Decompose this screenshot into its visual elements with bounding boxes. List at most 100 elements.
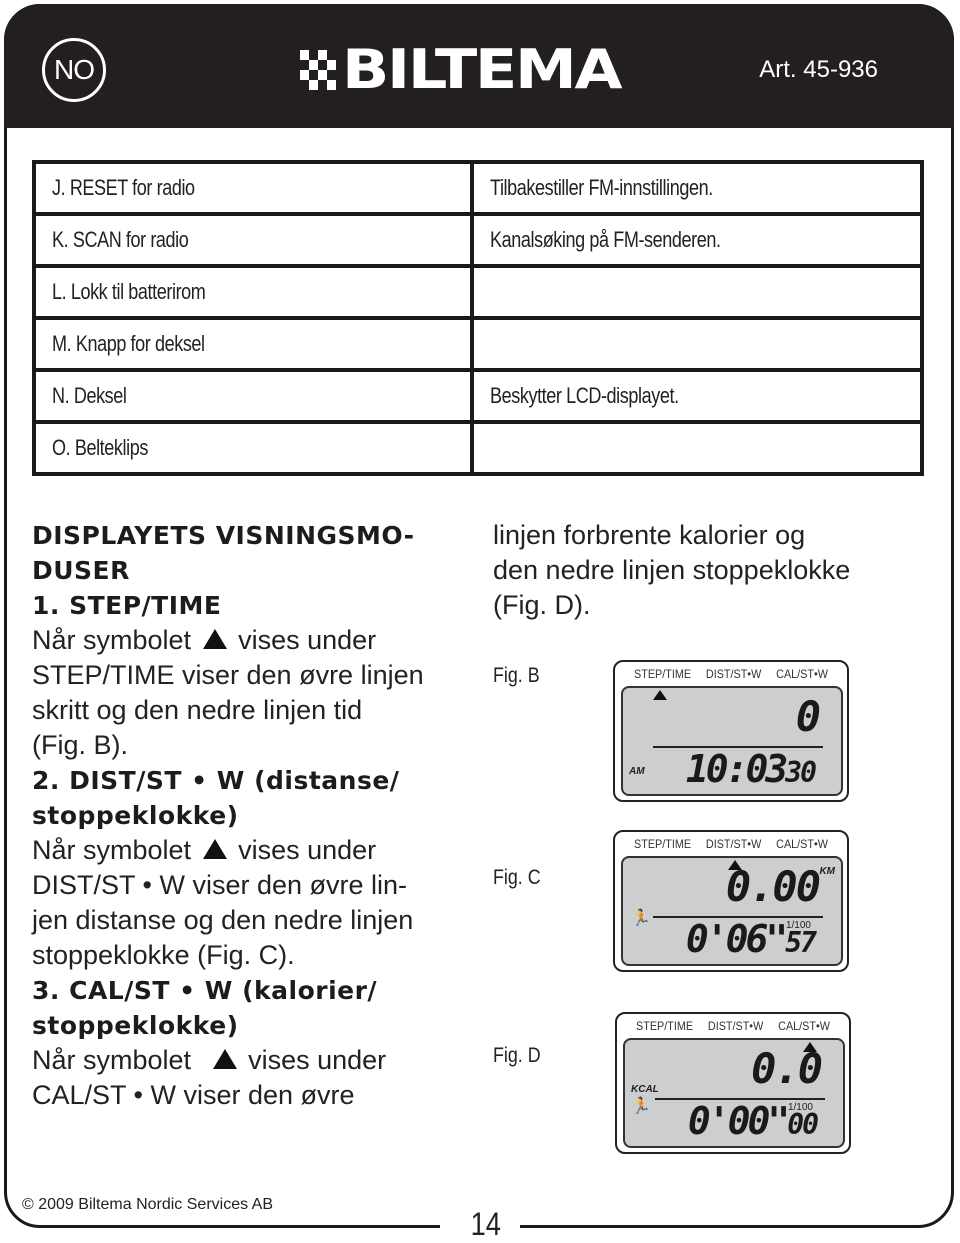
language-badge: NO: [42, 38, 106, 102]
description-cell: [470, 420, 924, 476]
mode-text-1: Når symbolet vises under: [32, 623, 482, 658]
part-cell: M. Knapp for deksel: [32, 316, 474, 372]
mode-label: CAL/ST•W: [778, 1019, 830, 1033]
mode-text-line: DIST/ST • W viser den øvre lin-: [32, 870, 408, 900]
mode-heading-3: 3. CAL/ST • W (kalorier/: [32, 976, 378, 1005]
lcd-lower-value: 0'06"57: [685, 917, 817, 961]
mode-label: STEP/TIME: [634, 837, 692, 851]
lcd-kcal-tag: KCAL: [631, 1084, 659, 1095]
lcd-figure-d: STEP/TIME DIST/ST•W CAL/ST•W 0.0 KCAL 🏃 …: [615, 1012, 851, 1154]
header-bar: NO BILTEMA Art. 45-936: [4, 4, 954, 128]
mode-label: DIST/ST•W: [707, 1019, 764, 1033]
lcd-unit-tag: KM: [819, 866, 835, 877]
text: vises under: [238, 625, 377, 655]
part-description: Kanalsøking på FM-senderen.: [490, 227, 721, 252]
lcd-upper-value: 0.0: [751, 1044, 823, 1093]
lcd-lower-value: 10:0330: [685, 747, 817, 791]
text: Når symbolet: [32, 1045, 192, 1075]
mode-text-line: STEP/TIME viser den øvre linjen: [32, 660, 424, 690]
lcd-figure-c: STEP/TIME DIST/ST•W CAL/ST•W KM 0.00 🏃 1…: [613, 830, 849, 972]
lcd-lower-value: 0'00"00: [687, 1099, 819, 1143]
mode-label: CAL/ST•W: [776, 667, 828, 681]
figure-label-c: Fig. C: [493, 866, 541, 889]
triangle-up-icon: [653, 690, 667, 700]
lcd-mode-labels: STEP/TIME DIST/ST•W CAL/ST•W: [627, 667, 836, 681]
text: Når symbolet: [32, 625, 192, 655]
table-row: K. SCAN for radio Kanalsøking på FM-send…: [32, 212, 924, 268]
lcd-screen: 0.0 KCAL 🏃 1/100 0'00"00: [623, 1038, 845, 1148]
part-cell: K. SCAN for radio: [32, 212, 474, 268]
lcd-lower-seconds: 30: [785, 756, 817, 789]
mode-heading-3-cont: stoppeklokke): [32, 1011, 239, 1040]
mode-label: STEP/TIME: [634, 667, 692, 681]
part-description: Tilbakestiller FM-innstillingen.: [490, 175, 713, 200]
text: vises under: [238, 835, 377, 865]
mode-text-line: (Fig. B).: [32, 730, 129, 760]
text-line: den nedre linjen stoppeklokke: [493, 555, 851, 585]
lcd-figure-b: STEP/TIME DIST/ST•W CAL/ST•W 0 AM 10:033…: [613, 660, 849, 802]
text: Når symbolet: [32, 835, 192, 865]
part-label: N. Deksel: [52, 383, 127, 408]
page-number: 14: [463, 1206, 508, 1243]
display-modes-section: DISPLAYETS VISNINGSMO- DUSER 1. STEP/TIM…: [32, 518, 482, 1113]
copyright: © 2009 Biltema Nordic Services AB: [22, 1196, 274, 1213]
triangle-up-icon: [202, 839, 227, 859]
triangle-up-icon: [212, 1049, 237, 1069]
mode-heading-1: 1. STEP/TIME: [32, 591, 222, 620]
continued-text: linjen forbrente kalorier og den nedre l…: [493, 518, 933, 623]
triangle-up-icon: [202, 629, 227, 649]
lcd-upper-value: 0.00: [725, 862, 821, 911]
lcd-lower-hundredths: 00: [787, 1108, 819, 1141]
figure-label-d: Fig. D: [493, 1044, 541, 1067]
brand-name: BILTEMA: [342, 38, 623, 101]
article-number: Art. 45-936: [759, 56, 878, 83]
description-cell: Tilbakestiller FM-innstillingen.: [470, 160, 924, 216]
description-cell: Kanalsøking på FM-senderen.: [470, 212, 924, 268]
runner-icon: 🏃: [631, 910, 651, 927]
description-cell: [470, 316, 924, 372]
mode-text-line: jen distanse og den nedre linjen: [32, 905, 414, 935]
lcd-screen: KM 0.00 🏃 1/100 0'06"57: [621, 856, 843, 966]
mode-text-line: CAL/ST • W viser den øvre: [32, 1080, 355, 1110]
table-row: J. RESET for radio Tilbakestiller FM-inn…: [32, 160, 924, 216]
table-row: M. Knapp for deksel: [32, 316, 924, 372]
lcd-am-tag: AM: [629, 766, 645, 777]
lcd-lower-hundredths: 57: [785, 926, 817, 959]
runner-icon: 🏃: [631, 1098, 651, 1115]
checkered-flag-icon: [300, 50, 336, 90]
lcd-upper-value: 0: [795, 692, 821, 741]
text-line: linjen forbrente kalorier og: [493, 520, 806, 550]
figure-label-b: Fig. B: [493, 664, 540, 687]
mode-text-3: Når symbolet vises under: [32, 1043, 482, 1078]
table-row: N. Deksel Beskytter LCD-displayet.: [32, 368, 924, 424]
brand-logo: BILTEMA: [300, 43, 623, 97]
mode-label: CAL/ST•W: [776, 837, 828, 851]
part-label: K. SCAN for radio: [52, 227, 189, 252]
description-cell: Beskytter LCD-displayet.: [470, 368, 924, 424]
lcd-mode-labels: STEP/TIME DIST/ST•W CAL/ST•W: [629, 1019, 838, 1033]
description-cell: [470, 264, 924, 320]
lcd-lower-main: 10:03: [685, 747, 788, 791]
mode-heading-2: 2. DIST/ST • W (distanse/: [32, 766, 400, 795]
part-cell: J. RESET for radio: [32, 160, 474, 216]
mode-heading-2-cont: stoppeklokke): [32, 801, 239, 830]
lcd-mode-labels: STEP/TIME DIST/ST•W CAL/ST•W: [627, 837, 836, 851]
lcd-lower-main: 0'00": [687, 1099, 790, 1143]
lcd-screen: 0 AM 10:0330: [621, 686, 843, 796]
parts-table: J. RESET for radio Tilbakestiller FM-inn…: [32, 160, 924, 476]
table-row: L. Lokk til batterirom: [32, 264, 924, 320]
section-title-cont: DUSER: [32, 556, 130, 585]
text: vises under: [248, 1045, 387, 1075]
part-cell: L. Lokk til batterirom: [32, 264, 474, 320]
part-cell: O. Belteklips: [32, 420, 474, 476]
section-title: DISPLAYETS VISNINGSMO-: [32, 521, 415, 550]
table-row: O. Belteklips: [32, 420, 924, 476]
text-line: (Fig. D).: [493, 590, 591, 620]
mode-text-line: skritt og den nedre linjen tid: [32, 695, 363, 725]
part-label: J. RESET for radio: [52, 175, 195, 200]
lcd-lower-main: 0'06": [685, 917, 788, 961]
mode-text-line: stoppeklokke (Fig. C).: [32, 940, 295, 970]
part-cell: N. Deksel: [32, 368, 474, 424]
mode-label: DIST/ST•W: [705, 837, 762, 851]
mode-text-2: Når symbolet vises under: [32, 833, 482, 868]
